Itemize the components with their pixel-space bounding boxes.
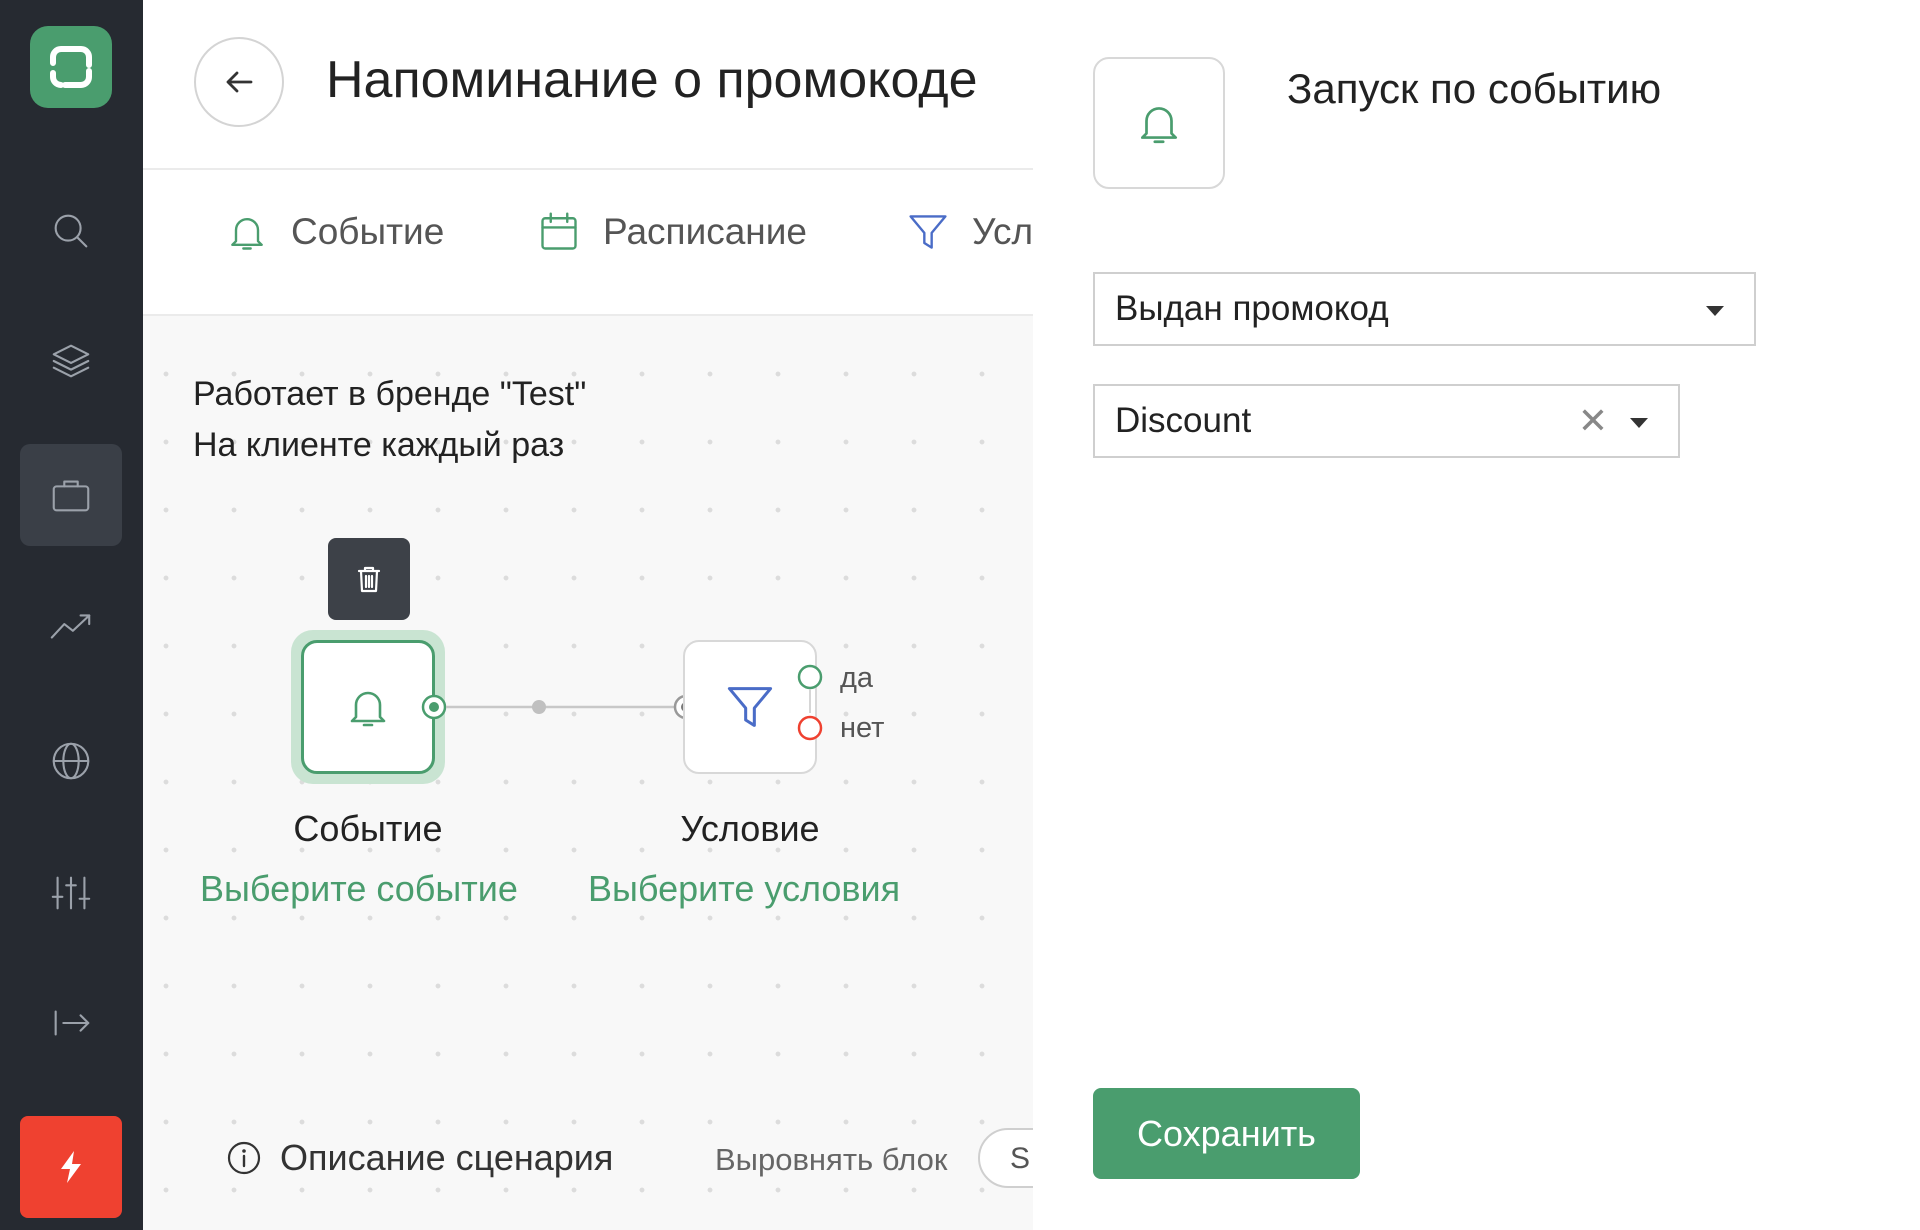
trash-icon — [357, 566, 381, 593]
sidebar-settings[interactable] — [20, 842, 122, 944]
panel-title: Запуск по событию — [1287, 65, 1662, 112]
calendar-icon — [541, 212, 577, 250]
tab-condition-label: Усл — [972, 211, 1033, 252]
sidebar-globe[interactable] — [20, 710, 122, 812]
bell-icon — [350, 691, 386, 727]
sidebar-analytics[interactable] — [20, 575, 122, 677]
condition-node-title: Условие — [680, 808, 820, 849]
tab-schedule-label: Расписание — [603, 211, 807, 252]
sidebar — [0, 0, 143, 1230]
bell-icon — [1140, 107, 1178, 144]
save-button[interactable]: Сохранить — [1093, 1088, 1360, 1179]
promo-value: Discount — [1115, 401, 1252, 440]
clear-icon[interactable]: ✕ — [1578, 400, 1608, 442]
panel-event-icon-box — [1093, 57, 1225, 189]
globe-icon — [52, 742, 90, 780]
search-icon — [54, 214, 88, 248]
connector — [421, 694, 699, 720]
yes-label: да — [840, 662, 874, 694]
sidebar-layers[interactable] — [20, 310, 122, 412]
select-conditions-link[interactable]: Выберите условия — [588, 868, 900, 910]
no-port[interactable] — [797, 715, 823, 741]
brand-info: Работает в бренде "Test" — [193, 375, 587, 413]
event-type-value: Выдан промокод — [1115, 289, 1389, 328]
arrow-left-icon — [226, 71, 253, 93]
tab-condition[interactable]: Усл — [906, 210, 1033, 254]
sidebar-search[interactable] — [20, 180, 122, 282]
funnel-icon — [909, 215, 947, 249]
tab-event[interactable]: Событие — [225, 210, 444, 254]
scenario-editor: Напоминание о промокоде Событие Расписан… — [143, 0, 1033, 1230]
page-title: Напоминание о промокоде — [326, 51, 978, 109]
frequency-info: На клиенте каждый раз — [193, 426, 565, 464]
event-type-select[interactable]: Выдан промокод — [1093, 272, 1756, 346]
logo-icon — [50, 46, 92, 88]
editor-header: Напоминание о промокоде — [143, 0, 1033, 170]
scenario-description-button[interactable]: Описание сценария — [226, 1137, 613, 1179]
scenario-description-label: Описание сценария — [280, 1137, 614, 1178]
promo-select[interactable]: Discount ✕ — [1093, 384, 1680, 458]
chevron-down-icon — [1706, 306, 1724, 316]
connector-midpoint[interactable] — [532, 700, 546, 714]
event-trigger-panel: Запуск по событию Выдан промокод Discoun… — [1033, 0, 1920, 1230]
info-icon — [227, 1141, 261, 1175]
funnel-icon — [727, 687, 773, 727]
delete-block-button[interactable] — [328, 538, 410, 620]
yes-port[interactable] — [797, 664, 823, 690]
branch-ports — [797, 664, 823, 741]
trend-icon — [50, 614, 91, 639]
event-output-port-dot — [429, 702, 439, 712]
briefcase-icon — [52, 480, 90, 512]
sidebar-briefcase[interactable] — [20, 444, 122, 546]
chevron-down-icon — [1630, 418, 1648, 428]
bell-icon — [231, 218, 263, 250]
no-label: нет — [840, 712, 885, 744]
select-event-link[interactable]: Выберите событие — [200, 868, 518, 910]
layers-icon — [52, 344, 90, 378]
logout-icon — [54, 1010, 90, 1036]
block-palette: Событие Расписание Усл — [143, 170, 1033, 316]
tab-event-label: Событие — [291, 211, 445, 252]
back-button[interactable] — [194, 37, 284, 127]
quick-action-button[interactable] — [20, 1116, 122, 1218]
app-logo[interactable] — [30, 26, 112, 108]
lightning-icon — [61, 1151, 81, 1183]
sliders-icon — [51, 876, 91, 910]
sidebar-logout[interactable] — [20, 972, 122, 1074]
tab-schedule[interactable]: Расписание — [537, 210, 807, 254]
event-node-title: Событие — [293, 808, 443, 849]
align-blocks-label: Выровнять блок — [715, 1142, 948, 1177]
align-blocks-toggle[interactable]: S — [978, 1128, 1033, 1188]
